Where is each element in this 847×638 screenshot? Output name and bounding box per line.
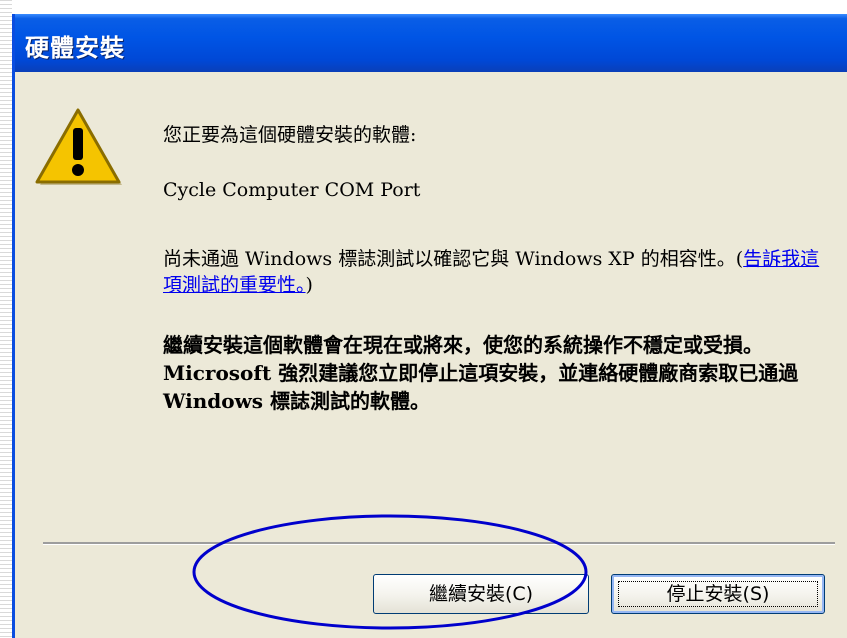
dialog-title: 硬體安裝 [25, 34, 125, 62]
stop-installation-button[interactable]: 停止安裝(S) [611, 574, 825, 614]
intro-text: 您正要為這個硬體安裝的軟體: [163, 124, 417, 146]
device-name: Cycle Computer COM Port [163, 179, 421, 201]
compatibility-text: 尚未通過 Windows 標誌測試以確認它與 Windows XP 的相容性。(… [163, 246, 833, 298]
stop-installation-label: 停止安裝(S) [618, 581, 818, 607]
warning-text: 繼續安裝這個軟體會在現在或將來，使您的系統操作不穩定或受損。Microsoft … [163, 333, 799, 413]
warning-icon [35, 108, 122, 185]
separator [43, 542, 835, 545]
title-bar[interactable]: 硬體安裝 [15, 14, 847, 72]
slide-background-strip [0, 0, 12, 638]
compatibility-close-paren: ) [305, 274, 313, 296]
compatibility-message: 尚未通過 Windows 標誌測試以確認它與 Windows XP 的相容性。( [163, 248, 744, 270]
continue-anyway-button[interactable]: 繼續安裝(C) [373, 574, 589, 614]
hardware-installation-dialog: 硬體安裝 您正要為這個硬體安裝的軟體: Cycle Computer COM P… [12, 14, 847, 638]
